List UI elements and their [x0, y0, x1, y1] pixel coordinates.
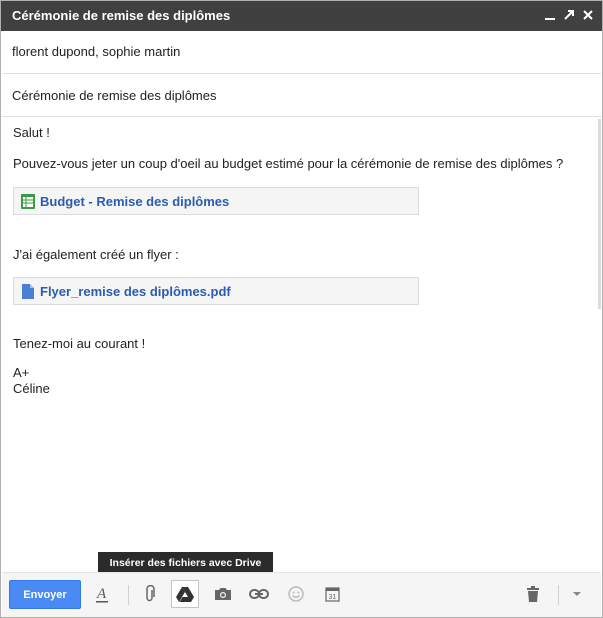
- signature: Céline: [13, 381, 50, 396]
- minimize-icon[interactable]: [542, 7, 558, 23]
- attach-icon[interactable]: [136, 580, 164, 608]
- recipients: florent dupond, sophie martin: [12, 44, 181, 59]
- trash-icon[interactable]: [519, 580, 547, 608]
- body-line-1: Pouvez-vous jeter un coup d'oeil au budg…: [13, 156, 564, 171]
- window-title: Cérémonie de remise des diplômes: [12, 8, 231, 23]
- body-line-3: Tenez-moi au courant !: [13, 336, 146, 351]
- signoff: A+: [13, 365, 30, 380]
- compose-toolbar: Envoyer A 31: [2, 572, 601, 617]
- file-icon: [22, 284, 34, 299]
- scrollbar[interactable]: [598, 119, 601, 309]
- formatting-icon[interactable]: A: [88, 580, 116, 608]
- subject-field[interactable]: Cérémonie de remise des diplômes: [2, 74, 601, 117]
- close-icon[interactable]: [580, 7, 596, 23]
- attachment-budget[interactable]: Budget - Remise des diplômes: [13, 187, 419, 215]
- toolbar-divider: [558, 585, 559, 605]
- svg-text:31: 31: [328, 594, 336, 601]
- calendar-icon[interactable]: 31: [318, 580, 346, 608]
- attachment-flyer-label: Flyer_remise des diplômes.pdf: [40, 284, 231, 299]
- popout-icon[interactable]: [561, 7, 577, 23]
- spreadsheet-icon: [21, 194, 35, 209]
- drive-icon[interactable]: [171, 580, 199, 608]
- camera-icon[interactable]: [209, 580, 237, 608]
- toolbar-divider: [128, 585, 129, 605]
- compose-window: Cérémonie de remise des diplômes florent…: [0, 0, 603, 618]
- more-options-icon[interactable]: [563, 580, 591, 608]
- emoji-icon[interactable]: [282, 580, 310, 608]
- body-line-2: J'ai également créé un flyer :: [13, 247, 179, 262]
- greeting: Salut !: [13, 125, 50, 140]
- title-bar[interactable]: Cérémonie de remise des diplômes: [1, 1, 602, 31]
- window-controls: [542, 7, 596, 23]
- svg-text:A: A: [96, 586, 107, 602]
- send-button[interactable]: Envoyer: [9, 580, 81, 609]
- attachment-budget-label: Budget - Remise des diplômes: [40, 194, 230, 209]
- attachment-flyer[interactable]: Flyer_remise des diplômes.pdf: [13, 277, 419, 305]
- to-field[interactable]: florent dupond, sophie martin: [2, 31, 601, 74]
- link-icon[interactable]: [245, 580, 273, 608]
- subject-text: Cérémonie de remise des diplômes: [12, 88, 217, 103]
